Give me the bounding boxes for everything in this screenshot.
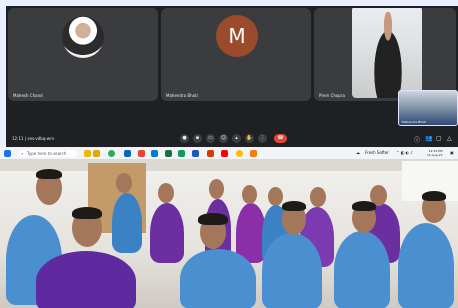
student — [112, 193, 142, 253]
participant-person — [368, 12, 408, 98]
captions-icon[interactable]: ▭ — [206, 134, 215, 143]
student-head — [158, 183, 174, 203]
present-icon[interactable]: ▴ — [232, 134, 241, 143]
meeting-code: 12:11 | ses-vdbq-wrn — [12, 136, 55, 141]
clock-date: 11-Aug-23 — [427, 153, 443, 157]
mic-icon[interactable]: ● — [180, 134, 189, 143]
vlc-icon[interactable] — [250, 150, 257, 157]
student-head — [209, 179, 224, 199]
student-head — [242, 185, 257, 204]
student-hair — [352, 201, 376, 211]
participant-initial-avatar: M — [216, 15, 258, 57]
notification-icon[interactable]: ▣ — [450, 150, 454, 155]
student — [262, 233, 322, 308]
meet-window: Mahesh Chand M Mahendra Bhati Prem Chopr… — [6, 6, 458, 147]
windows-start-icon[interactable] — [4, 150, 11, 157]
word-icon[interactable] — [192, 150, 199, 157]
camera-icon[interactable]: ▪ — [193, 134, 202, 143]
student-hair — [36, 169, 62, 179]
app-icon[interactable] — [138, 150, 145, 157]
taskbar: ⌕ Type here to search ☁ Fresh Softer ⌃ ◧… — [0, 148, 458, 159]
participant-tile[interactable]: Prem Chopra — [314, 8, 456, 101]
student — [36, 251, 136, 308]
people-icon[interactable]: 👥 — [425, 135, 432, 142]
taskbar-search[interactable]: ⌕ Type here to search — [19, 150, 77, 157]
student-head — [310, 187, 326, 207]
system-tray-icons[interactable]: ⌃ ◧ ◐ ♪ — [396, 150, 413, 155]
student-hair — [198, 213, 228, 225]
classroom-photo — [0, 159, 458, 308]
info-icon[interactable]: ⓘ — [414, 135, 420, 144]
participant-tile[interactable]: M Mahendra Bhati — [161, 8, 311, 101]
student-head — [116, 173, 132, 193]
youtube-icon[interactable] — [221, 150, 228, 157]
student-hair — [282, 201, 306, 211]
meet-icon[interactable] — [178, 150, 185, 157]
self-view-tile[interactable]: Mahendra Bhati — [398, 90, 458, 126]
student — [150, 203, 184, 263]
student — [398, 223, 454, 308]
self-view-name: Mahendra Bhati — [402, 120, 426, 124]
participant-avatar — [62, 16, 104, 58]
participant-video — [352, 8, 422, 98]
emoji-icon[interactable]: ☺ — [219, 134, 228, 143]
store-icon[interactable] — [151, 150, 158, 157]
chrome-profile-icon[interactable] — [236, 150, 243, 157]
file-explorer-icon[interactable] — [93, 150, 100, 157]
participant-name: Prem Chopra — [319, 93, 345, 98]
search-icon: ⌕ — [21, 151, 24, 156]
student-hair — [422, 191, 446, 201]
activities-icon[interactable]: △ — [447, 135, 452, 142]
weather-icon[interactable]: ☁ — [356, 150, 360, 155]
powerpoint-icon[interactable] — [207, 150, 214, 157]
clock[interactable]: 12:34 PM 11-Aug-23 — [427, 149, 443, 157]
participant-name: Mahendra Bhati — [166, 93, 198, 98]
end-call-icon[interactable]: ☎ — [274, 134, 287, 143]
raise-hand-icon[interactable]: ✋ — [245, 134, 254, 143]
weather-text: Fresh Softer — [365, 150, 389, 155]
student — [334, 231, 390, 308]
widgets-icon[interactable] — [84, 150, 91, 157]
student — [180, 249, 256, 308]
more-icon[interactable]: ⋮ — [258, 134, 267, 143]
student-hair — [72, 207, 102, 219]
chat-icon[interactable]: ▢ — [436, 135, 442, 142]
meet-controls-bar: 12:11 | ses-vdbq-wrn ● ▪ ▭ ☺ ▴ ✋ ⋮ ☎ ⓘ 👥… — [6, 130, 458, 147]
participant-tile[interactable]: Mahesh Chand — [8, 8, 158, 101]
wall-stripe — [0, 159, 458, 171]
chrome-icon[interactable] — [108, 150, 115, 157]
student-head — [268, 187, 283, 206]
participant-name: Mahesh Chand — [13, 93, 43, 98]
excel-icon[interactable] — [165, 150, 172, 157]
search-placeholder: Type here to search — [27, 151, 67, 156]
edge-icon[interactable] — [124, 150, 131, 157]
